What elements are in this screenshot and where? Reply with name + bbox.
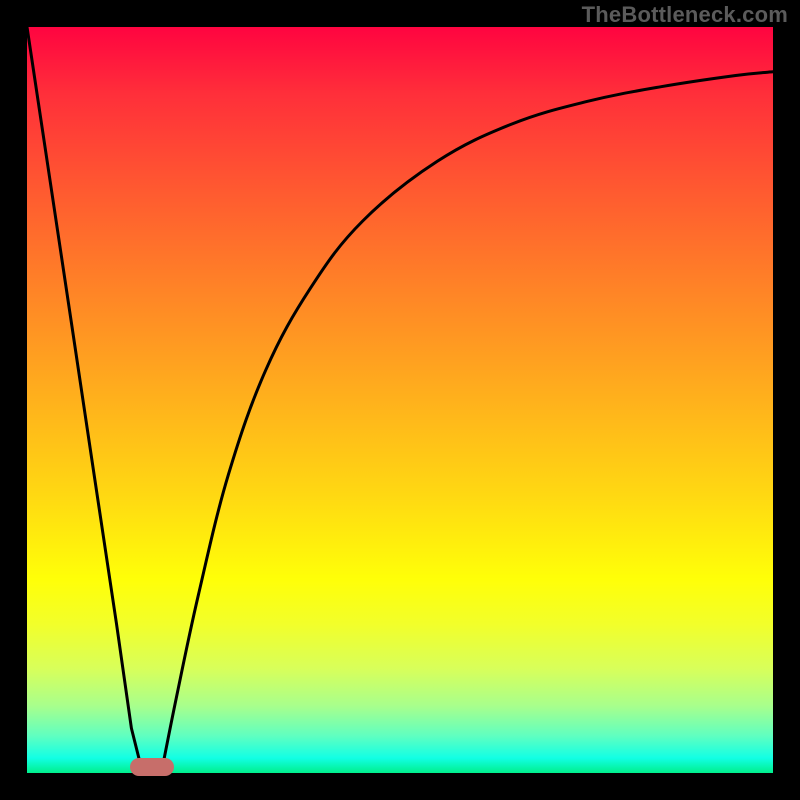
curve-layer <box>27 27 773 773</box>
plot-area <box>27 27 773 773</box>
right-branch-line <box>161 72 773 773</box>
minimum-marker <box>130 758 174 776</box>
watermark-text: TheBottleneck.com <box>582 2 788 28</box>
chart-frame: TheBottleneck.com <box>0 0 800 800</box>
left-branch-line <box>27 27 143 773</box>
